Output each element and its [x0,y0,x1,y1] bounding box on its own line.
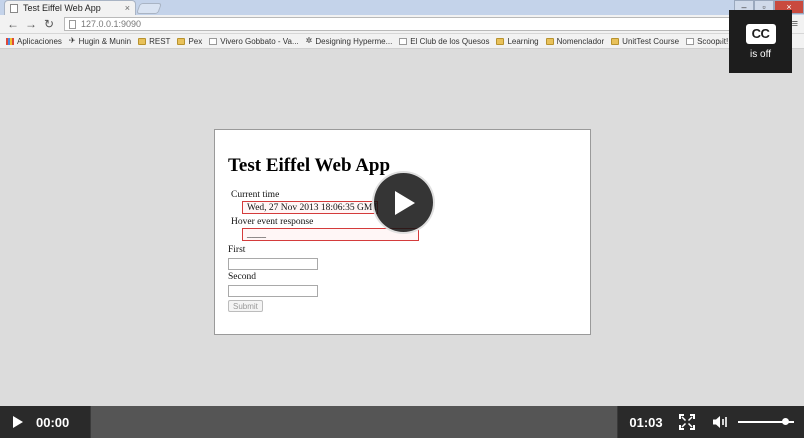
bookmarks-bar: Aplicaciones ✈ Hugin & Munin REST Pex Vi… [0,34,804,49]
back-arrow-icon[interactable]: ← [6,17,20,31]
bookmarks-overflow-icon[interactable]: » [718,37,722,46]
reload-icon[interactable]: ↻ [42,17,56,31]
menu-icon[interactable]: ≡ [792,18,798,30]
volume-slider[interactable] [738,406,794,438]
folder-icon [611,37,620,45]
bookmark-unittest-course[interactable]: UnitTest Course [611,37,679,46]
bird-icon: ✈ [68,36,76,45]
current-time: 00:00 [36,414,70,430]
big-play-button[interactable] [372,171,435,234]
bookmark-pex[interactable]: Pex [177,37,202,46]
folder-icon [496,37,505,45]
page-icon [10,3,18,13]
folder-icon [545,37,554,45]
second-input[interactable] [228,285,318,297]
second-label: Second [228,272,256,282]
browser-tab[interactable]: Test Eiffel Web App × [4,0,136,15]
browser-tab-strip: Test Eiffel Web App × – ▫ × [0,0,804,15]
closed-captions-toggle[interactable]: CC is off [729,10,792,73]
page-icon [686,37,695,45]
bookmark-hugin-munin[interactable]: ✈ Hugin & Munin [69,37,131,46]
submit-button[interactable]: Submit [228,300,263,312]
video-control-bar: 00:00 01:03 [0,406,804,438]
bookmark-aplicaciones[interactable]: Aplicaciones [6,37,62,46]
bookmark-vivero-gobbato[interactable]: Vivero Gobbato - Va... [209,37,299,46]
volume-knob[interactable] [782,418,790,425]
url-text: 127.0.0.1:9090 [81,19,142,29]
fullscreen-icon [679,414,695,430]
folder-icon [138,37,147,45]
volume-icon [713,416,727,428]
current-time-label: Current time [231,190,280,200]
mute-button[interactable] [704,406,738,438]
browser-toolbar: ← → ↻ 127.0.0.1:9090 [0,15,804,34]
tab-title: Test Eiffel Web App [23,3,101,13]
cc-icon: CC [745,23,776,44]
close-tab-icon[interactable]: × [125,3,130,13]
bookmark-designing-hyperme[interactable]: ✲ Designing Hyperme... [306,37,393,46]
address-bar[interactable]: 127.0.0.1:9090 [64,17,776,31]
cc-status: is off [750,48,771,60]
page-icon [209,37,218,45]
page-title: Test Eiffel Web App [228,155,391,176]
hover-response-label: Hover event response [231,217,314,227]
bookmark-club-quesos[interactable]: El Club de los Quesos [399,37,489,46]
new-tab-button[interactable] [135,3,163,14]
first-label: First [228,245,246,255]
forward-arrow-icon[interactable]: → [24,17,38,31]
bookmark-nomenclador[interactable]: Nomenclador [545,37,604,46]
bookmark-rest[interactable]: REST [138,37,170,46]
play-icon [13,416,23,428]
page-icon [69,19,76,29]
apps-grid-icon [6,37,14,45]
duration: 01:03 [629,414,663,430]
bookmark-learning[interactable]: Learning [496,37,539,46]
play-icon [394,190,415,215]
progress-scrubber[interactable] [90,406,618,438]
page-icon [399,37,408,45]
first-input[interactable] [228,258,318,270]
current-time-value: Wed, 27 Nov 2013 18:06:35 GMT [242,201,378,214]
fullscreen-button[interactable] [670,406,704,438]
folder-icon [177,37,186,45]
play-button[interactable] [0,406,36,438]
gear-icon: ✲ [305,36,313,45]
